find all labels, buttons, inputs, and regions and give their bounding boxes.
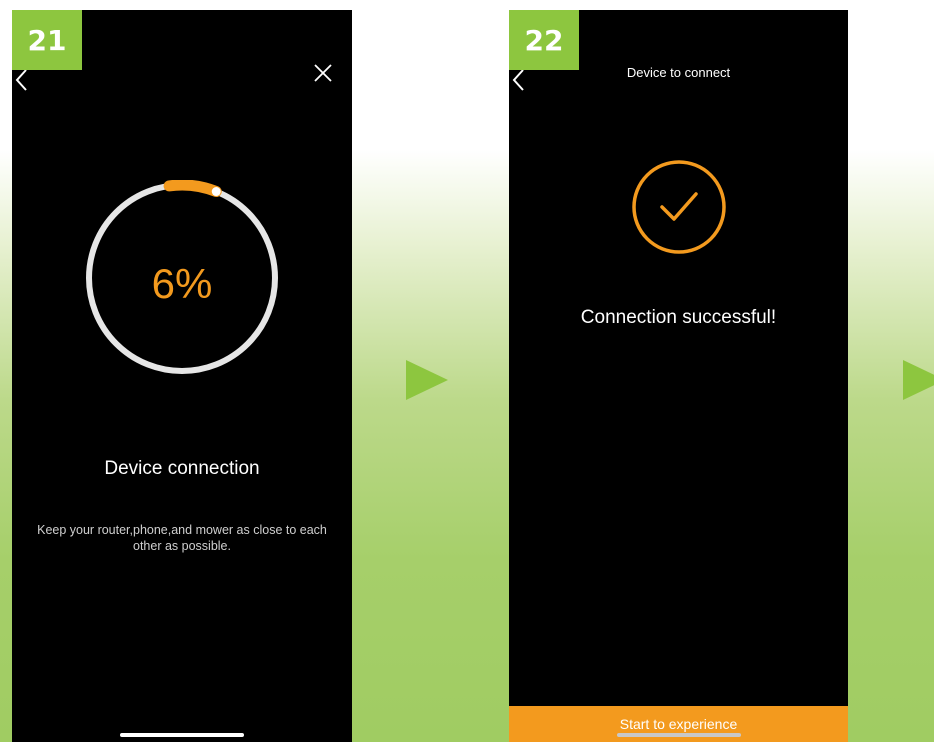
progress-arc	[163, 180, 222, 198]
step-badge-21: 21	[12, 10, 82, 70]
progress-knob	[211, 187, 221, 197]
home-indicator	[617, 733, 741, 737]
home-indicator	[120, 733, 244, 737]
back-icon[interactable]	[14, 68, 28, 92]
instruction-text: Keep your router,phone,and mower as clos…	[37, 523, 327, 553]
next-arrow-icon	[406, 360, 448, 400]
page-title: Device connection	[104, 458, 260, 479]
step-badge-22: 22	[509, 10, 579, 70]
phone-screen-device-connection: 6% Device connection Keep your router,ph…	[12, 10, 352, 742]
phone-screen-connection-success: Device to connect Connection successful!…	[509, 10, 848, 742]
progress-percent: 6%	[151, 260, 213, 307]
success-message: Connection successful!	[580, 307, 777, 328]
close-icon[interactable]	[312, 62, 334, 84]
next-arrow-icon	[903, 360, 934, 400]
check-icon	[632, 160, 726, 254]
